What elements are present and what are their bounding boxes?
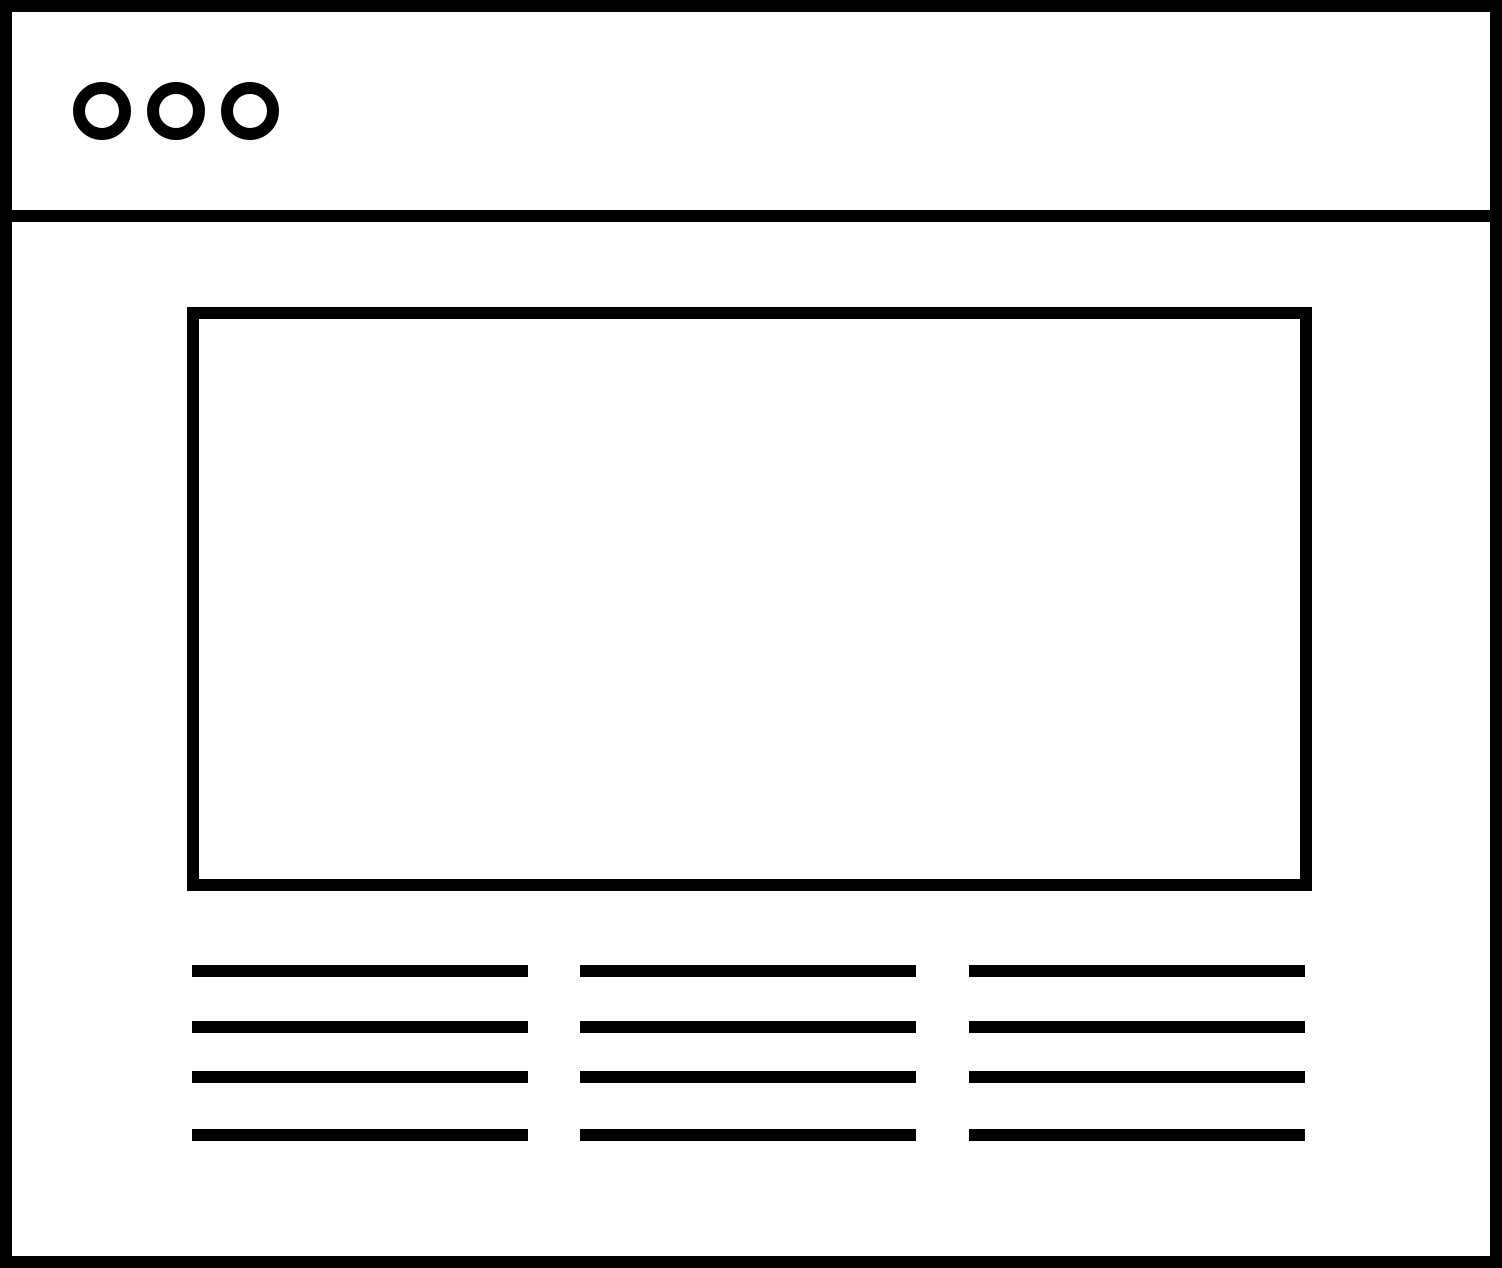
text-line-placeholder xyxy=(192,1071,528,1083)
text-line-placeholder xyxy=(969,1071,1305,1083)
text-line-placeholder xyxy=(192,1021,528,1033)
text-line-placeholder xyxy=(580,965,916,977)
window-control-1-icon[interactable] xyxy=(73,82,131,140)
text-line-placeholder xyxy=(969,965,1305,977)
text-line-placeholder xyxy=(969,1129,1305,1141)
window-title-bar xyxy=(12,12,1490,222)
browser-window xyxy=(0,0,1502,1268)
hero-image-placeholder xyxy=(187,307,1312,891)
text-line-placeholder xyxy=(192,1129,528,1141)
window-control-3-icon[interactable] xyxy=(221,82,279,140)
text-line-placeholder xyxy=(969,1021,1305,1033)
text-line-placeholder xyxy=(580,1021,916,1033)
text-line-placeholder xyxy=(580,1129,916,1141)
window-control-2-icon[interactable] xyxy=(147,82,205,140)
text-line-placeholder xyxy=(192,965,528,977)
text-line-placeholder xyxy=(580,1071,916,1083)
